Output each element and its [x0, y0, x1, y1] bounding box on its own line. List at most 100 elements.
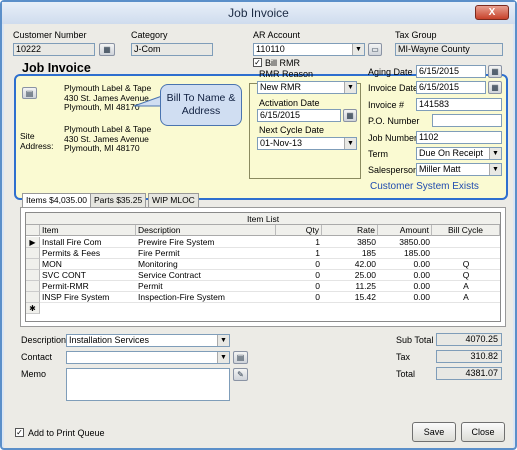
cell-description[interactable]: Fire Permit — [136, 248, 276, 259]
bill-rmr-checkbox[interactable]: ✓ — [253, 58, 262, 67]
cell-item[interactable]: MON — [40, 259, 136, 270]
column-header-bill-cycle[interactable]: Bill Cycle — [432, 225, 500, 236]
cell-rate[interactable]: 3850 — [322, 237, 378, 248]
cell-bill-cycle[interactable] — [432, 248, 500, 259]
cell-rate[interactable]: 15.42 — [322, 292, 378, 303]
tab-parts[interactable]: Parts $35.25 — [90, 193, 147, 207]
customer-number-field[interactable]: 10222 — [13, 43, 95, 56]
address-card-icon[interactable]: ▤ — [22, 87, 37, 99]
job-number-field[interactable]: 1102 — [416, 131, 502, 144]
row-selector[interactable] — [26, 248, 40, 259]
row-selector[interactable] — [26, 281, 40, 292]
cell-qty[interactable]: 0 — [276, 259, 322, 270]
cell-qty[interactable]: 0 — [276, 270, 322, 281]
description-label: Description — [21, 335, 67, 345]
customer-system-exists-link[interactable]: Customer System Exists — [370, 181, 479, 192]
next-cycle-date-label: Next Cycle Date — [259, 125, 325, 135]
cell-rate[interactable]: 11.25 — [322, 281, 378, 292]
salesperson-label: Salesperson — [368, 165, 419, 175]
invoice-date-field[interactable]: 6/15/2015 — [416, 81, 486, 94]
chevron-down-icon[interactable]: ▼ — [352, 44, 364, 55]
rmr-reason-select[interactable]: New RMR ▼ — [257, 81, 357, 94]
po-number-field[interactable] — [432, 114, 502, 127]
cell-rate[interactable]: 185 — [322, 248, 378, 259]
invoice-number-field[interactable]: 141583 — [416, 98, 502, 111]
calendar-icon[interactable]: ▦ — [343, 109, 357, 122]
column-header-rate[interactable]: Rate — [322, 225, 378, 236]
row-selector[interactable] — [26, 292, 40, 303]
cell-item[interactable]: INSP Fire System — [40, 292, 136, 303]
chevron-down-icon[interactable]: ▼ — [217, 352, 229, 363]
ar-account-select[interactable]: 110110 ▼ — [253, 43, 365, 56]
cell-item[interactable]: Permit-RMR — [40, 281, 136, 292]
window-close-button[interactable]: X — [475, 5, 509, 20]
column-header-item[interactable]: Item — [40, 225, 136, 236]
cell-item[interactable]: SVC CONT — [40, 270, 136, 281]
close-button[interactable]: Close — [461, 422, 505, 442]
term-select[interactable]: Due On Receipt ▼ — [416, 147, 502, 160]
rmr-reason-value: New RMR — [260, 82, 302, 92]
bill-rmr-label: Bill RMR — [265, 58, 300, 68]
cell-amount[interactable]: 0.00 — [378, 259, 432, 270]
new-row-indicator[interactable]: ✱ — [26, 303, 40, 314]
chevron-down-icon[interactable]: ▼ — [489, 148, 501, 159]
cell-rate[interactable]: 42.00 — [322, 259, 378, 270]
contact-select[interactable]: ▼ — [66, 351, 230, 364]
cell-item[interactable]: Install Fire Com — [40, 237, 136, 248]
cell-amount[interactable]: 0.00 — [378, 292, 432, 303]
cell-qty[interactable]: 1 — [276, 248, 322, 259]
cell-bill-cycle[interactable]: A — [432, 281, 500, 292]
cell-bill-cycle[interactable]: A — [432, 292, 500, 303]
cell-description[interactable]: Prewire Fire System — [136, 237, 276, 248]
activation-date-label: Activation Date — [259, 98, 320, 108]
cell-amount[interactable]: 0.00 — [378, 270, 432, 281]
cell-description[interactable]: Service Contract — [136, 270, 276, 281]
calendar-icon[interactable]: ▦ — [488, 65, 502, 78]
activation-date-field[interactable]: 6/15/2015 — [257, 109, 341, 122]
cell-qty[interactable]: 1 — [276, 237, 322, 248]
row-selector[interactable] — [26, 270, 40, 281]
memo-edit-icon[interactable]: ✎ — [233, 368, 248, 381]
cell-bill-cycle[interactable]: Q — [432, 259, 500, 270]
site-line-3: Plymouth, MI 48170 — [64, 143, 140, 153]
cell-rate[interactable]: 25.00 — [322, 270, 378, 281]
cell-amount[interactable]: 185.00 — [378, 248, 432, 259]
cell-bill-cycle[interactable] — [432, 237, 500, 248]
row-selector[interactable] — [26, 259, 40, 270]
current-row-indicator[interactable]: ▶ — [26, 237, 40, 248]
chevron-down-icon[interactable]: ▼ — [489, 164, 501, 175]
cell-description[interactable]: Inspection-Fire System — [136, 292, 276, 303]
items-tab-panel: Item List Item Description Qty Rate Amou… — [20, 207, 506, 327]
contact-card-icon[interactable]: ▤ — [233, 351, 248, 364]
chevron-down-icon[interactable]: ▼ — [217, 335, 229, 346]
tax-group-field[interactable]: MI-Wayne County — [395, 43, 503, 56]
add-to-print-queue-checkbox[interactable]: ✓ — [15, 428, 24, 437]
cell-amount[interactable]: 0.00 — [378, 281, 432, 292]
chevron-down-icon[interactable]: ▼ — [344, 82, 356, 93]
column-header-qty[interactable]: Qty — [276, 225, 322, 236]
calendar-icon[interactable]: ▦ — [488, 81, 502, 94]
cell-qty[interactable]: 0 — [276, 281, 322, 292]
salesperson-select[interactable]: Miller Matt ▼ — [416, 163, 502, 176]
column-header-description[interactable]: Description — [136, 225, 276, 236]
monitor-icon[interactable]: ▭ — [368, 43, 382, 56]
cell-description[interactable]: Monitoring — [136, 259, 276, 270]
cell-amount[interactable]: 3850.00 — [378, 237, 432, 248]
chevron-down-icon[interactable]: ▼ — [344, 138, 356, 149]
customer-lookup-icon[interactable]: ▦ — [99, 43, 115, 56]
aging-date-field[interactable]: 6/15/2015 — [416, 65, 486, 78]
cell-qty[interactable]: 0 — [276, 292, 322, 303]
cell-item[interactable]: Permits & Fees — [40, 248, 136, 259]
tab-wip-mloc[interactable]: WIP MLOC — [148, 193, 199, 207]
description-select[interactable]: Installation Services ▼ — [66, 334, 230, 347]
category-field[interactable]: J-Com — [131, 43, 213, 56]
save-button[interactable]: Save — [412, 422, 456, 442]
next-cycle-date-select[interactable]: 01-Nov-13 ▼ — [257, 137, 357, 150]
total-field: 4381.07 — [436, 367, 502, 380]
column-header-amount[interactable]: Amount — [378, 225, 432, 236]
tab-items[interactable]: Items $4,035.00 — [22, 193, 91, 208]
memo-field[interactable] — [66, 368, 230, 401]
description-value: Installation Services — [69, 335, 150, 345]
cell-bill-cycle[interactable]: Q — [432, 270, 500, 281]
cell-description[interactable]: Permit — [136, 281, 276, 292]
